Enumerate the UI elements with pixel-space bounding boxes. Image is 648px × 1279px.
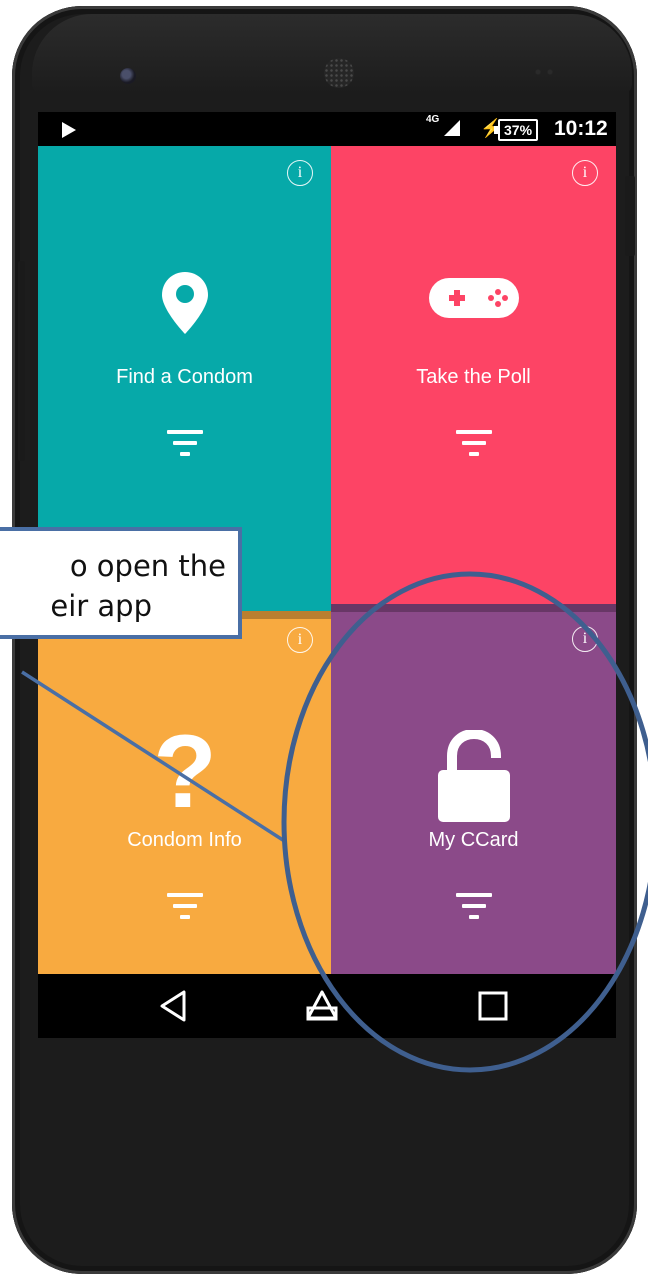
gamepad-icon [331,278,616,318]
question-mark-icon: ? [38,723,331,811]
recents-icon[interactable] [475,988,511,1024]
proximity-sensor [532,68,556,76]
tile-label: Take the Poll [416,366,531,388]
earpiece-speaker [324,58,354,88]
unlocked-padlock-icon [331,730,616,826]
annotation-callout: o open the eir app [0,527,242,639]
play-notification-icon [62,122,76,138]
callout-text-line1: o open the [69,549,226,583]
filter-icon [451,430,497,464]
filter-icon [451,893,497,927]
volume-button [18,261,25,461]
filter-icon [162,430,208,464]
status-time: 10:12 [554,117,608,140]
power-button [625,176,635,256]
filter-icon [162,893,208,927]
home-icon[interactable] [304,988,340,1024]
front-camera [120,68,136,84]
callout-text-line2: eir app [50,589,152,623]
tile-label: My CCard [428,829,519,851]
tile-label: Condom Info [127,829,242,851]
status-bar: 4G ⚡ 37% 10:12 [38,112,616,146]
navigation-bar [38,974,616,1038]
back-icon[interactable] [156,988,192,1024]
info-icon[interactable]: i [287,160,313,186]
tile-divider-shadow [331,604,616,612]
map-pin-icon [38,272,331,334]
info-icon[interactable]: i [287,627,313,653]
battery-level: 37% [493,119,539,141]
info-icon[interactable]: i [572,160,598,186]
signal-icon [444,120,460,136]
tile-label: Find a Condom [116,366,253,388]
tile-my-ccard[interactable]: i My CCard [331,604,616,1038]
network-type: 4G [426,114,440,125]
info-icon[interactable]: i [572,626,598,652]
tile-take-the-poll[interactable]: i Take the Poll [331,146,616,604]
svg-text:?: ? [155,723,215,811]
